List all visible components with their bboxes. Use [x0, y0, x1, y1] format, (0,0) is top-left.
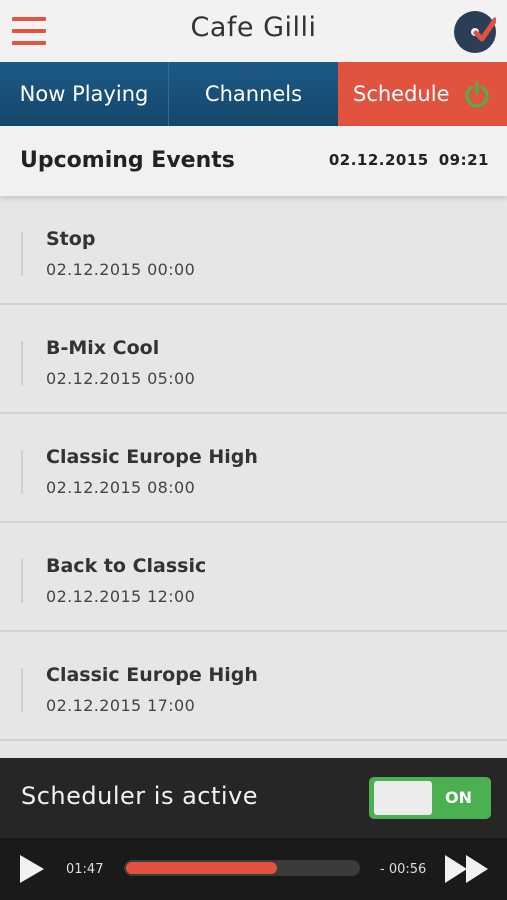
toggle-knob[interactable]	[374, 781, 432, 815]
event-list[interactable]: Stop 02.12.2015 00:00 B-Mix Cool 02.12.2…	[0, 196, 507, 758]
scheduler-bar: Scheduler is active ON	[0, 758, 507, 838]
tab-channels[interactable]: Channels	[169, 62, 338, 126]
fast-forward-icon[interactable]	[444, 853, 490, 885]
tab-label: Now Playing	[19, 82, 149, 106]
time-elapsed: 01:47	[66, 862, 104, 877]
section-title: Upcoming Events	[20, 148, 235, 173]
event-name: Stop	[46, 228, 96, 250]
power-icon[interactable]	[463, 80, 491, 108]
event-datetime: 02.12.2015 12:00	[46, 587, 196, 606]
current-datetime: 02.12.2015 09:21	[329, 151, 489, 169]
tab-now-playing[interactable]: Now Playing	[0, 62, 169, 126]
tab-label: Channels	[204, 82, 303, 106]
scheduler-toggle[interactable]: ON	[369, 777, 491, 819]
current-time: 09:21	[438, 151, 489, 169]
time-remaining: - 00:56	[380, 862, 427, 877]
item-divider	[21, 341, 23, 385]
tab-bar: Now Playing Channels Schedule	[0, 62, 507, 142]
toggle-label: ON	[445, 788, 472, 807]
play-icon[interactable]	[18, 853, 46, 885]
progress-fill	[126, 862, 277, 874]
event-name: Back to Classic	[46, 555, 207, 577]
item-divider	[21, 559, 23, 603]
app-title: Cafe Gilli	[190, 12, 317, 43]
list-item[interactable]: B-Mix Cool 02.12.2015 05:00	[0, 305, 507, 414]
event-name: Classic Europe High	[46, 446, 258, 468]
upcoming-events-header: Upcoming Events 02.12.2015 09:21	[0, 126, 507, 196]
event-name: B-Mix Cool	[46, 337, 160, 359]
list-item[interactable]: Classic Europe High 02.12.2015 17:00	[0, 632, 507, 741]
event-datetime: 02.12.2015 17:00	[46, 696, 196, 715]
event-datetime: 02.12.2015 08:00	[46, 478, 196, 497]
progress-bar[interactable]	[124, 860, 360, 876]
tab-schedule[interactable]: Schedule	[338, 62, 507, 142]
list-item[interactable]: Back to Classic 02.12.2015 12:00	[0, 523, 507, 632]
event-name: Classic Europe High	[46, 664, 258, 686]
top-bar: Cafe Gilli	[0, 0, 507, 62]
item-divider	[21, 232, 23, 276]
list-item[interactable]: Classic Europe High 02.12.2015 08:00	[0, 414, 507, 523]
vinyl-check-icon[interactable]	[454, 11, 496, 53]
event-datetime: 02.12.2015 00:00	[46, 260, 196, 279]
event-datetime: 02.12.2015 05:00	[46, 369, 196, 388]
player-bar: 01:47 - 00:56	[0, 838, 507, 900]
current-date: 02.12.2015	[328, 151, 429, 169]
list-item[interactable]: Stop 02.12.2015 00:00	[0, 196, 507, 305]
item-divider	[21, 450, 23, 494]
scheduler-status: Scheduler is active	[21, 782, 259, 810]
item-divider	[21, 668, 23, 712]
tab-label: Schedule	[353, 82, 450, 106]
